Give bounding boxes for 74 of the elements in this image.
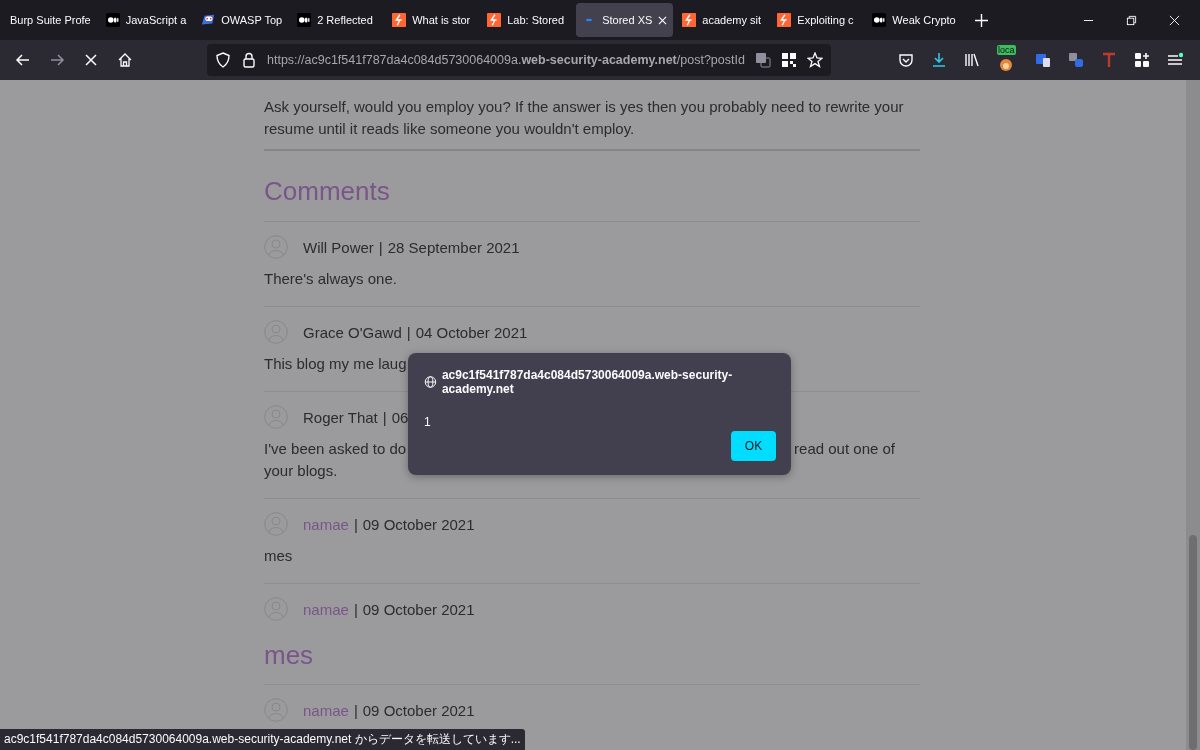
comment-date: 09 October 2021 [362,701,475,719]
browser-tab[interactable]: Lab: Stored [481,3,574,37]
browser-tab[interactable]: academy sit [676,3,769,37]
url-text: https://ac9c1f541f787da4c084d5730064009a.web-security-academy.net/post?postId [267,53,745,67]
close-icon[interactable] [658,15,668,25]
comment-date: 09 October 2021 [362,515,475,533]
address-bar[interactable]: https://ac9c1f541f787da4c084d5730064009a.web-security-academy.net/post?postId [207,44,831,76]
shield-icon[interactable] [215,52,231,68]
browser-tab[interactable]: Exploiting c [771,3,864,37]
comment-text: your blogs. [264,462,338,479]
separator: | [353,701,358,719]
library-icon[interactable] [964,52,980,68]
separator: | [353,600,358,618]
bolt-icon [777,13,792,27]
scrollbar[interactable] [1186,80,1200,750]
comment-date: 06 [391,408,409,426]
restore-icon[interactable] [1126,14,1137,26]
browser-tab[interactable]: Weak Crypto [866,3,962,37]
t-shape-icon[interactable] [1101,52,1117,68]
home-icon[interactable] [117,52,133,68]
menu-icon[interactable] [1167,52,1183,68]
extensions-icon[interactable] [1134,52,1150,68]
extension-badge: loca [997,45,1016,55]
new-tab-icon[interactable] [974,13,988,27]
fox-icon [997,57,1015,71]
browser-tab[interactable]: Stored XS [576,3,674,37]
back-icon[interactable] [15,52,31,68]
separator: | [382,408,387,426]
bolt-icon [487,13,502,27]
dots-icon [872,13,887,27]
dialog-message: 1 [424,415,432,429]
comment-author: Roger That [303,408,378,426]
comment-text: I've been asked to do [264,439,407,459]
bolt-icon [682,13,697,27]
comments-heading: Comments [264,175,391,207]
separator: | [406,323,411,341]
close-icon[interactable] [1169,14,1180,26]
status-bar: ac9c1f541f787da4c084d5730064009a.web-security-academy.net からデータを転送しています... [0,729,525,750]
separator: | [378,238,383,256]
browser-tab[interactable]: Burp Suite Profe [4,3,97,37]
dialog-origin: ac9c1f541f787da4c084d5730064009a.web-security-academy.net [441,368,734,396]
comment-heading: mes [264,640,314,670]
translate-icon[interactable] [1035,52,1051,68]
paragraph-line: resume until it reads like someone you wouldn't employ. [264,119,636,139]
browser-tab[interactable]: JavaScript a [99,3,193,37]
comment-date: 09 October 2021 [362,600,475,618]
comment-text: read out one of [794,439,895,459]
pocket-icon[interactable] [898,52,914,68]
forward-icon[interactable] [49,52,65,68]
comment-author: Will Power [303,238,374,256]
comment-date: 04 October 2021 [415,323,528,341]
comment-text: mes [264,547,293,564]
download-icon[interactable] [931,52,947,68]
browser-tab[interactable]: 2 Reflected [291,3,384,37]
dots-icon [297,13,312,27]
browser-tab[interactable]: What is stor [386,3,479,37]
globe-icon [424,375,437,389]
comment-date: 28 September 2021 [387,238,520,256]
mascot-icon [201,13,216,27]
browser-tab[interactable]: OWASP Top [195,3,289,37]
comment-text: There's always one. [264,270,397,287]
translate-icon[interactable] [1068,52,1084,68]
qr-code-icon[interactable] [780,52,797,68]
star-icon[interactable] [806,52,823,68]
comment-text: This blog my me laug [264,355,407,372]
separator: | [353,515,358,533]
dots-icon [105,13,120,27]
translate-icon[interactable] [754,52,771,68]
lock-icon[interactable] [241,52,257,68]
comment-author: Grace O'Gawd [303,323,402,341]
paragraph-line: Ask yourself, would you employ you? If the answer is yes then you probably need to rewrite your [264,97,905,117]
stop-icon[interactable] [83,52,99,68]
ok-button[interactable]: OK [731,431,776,461]
bolt-icon [392,13,407,27]
